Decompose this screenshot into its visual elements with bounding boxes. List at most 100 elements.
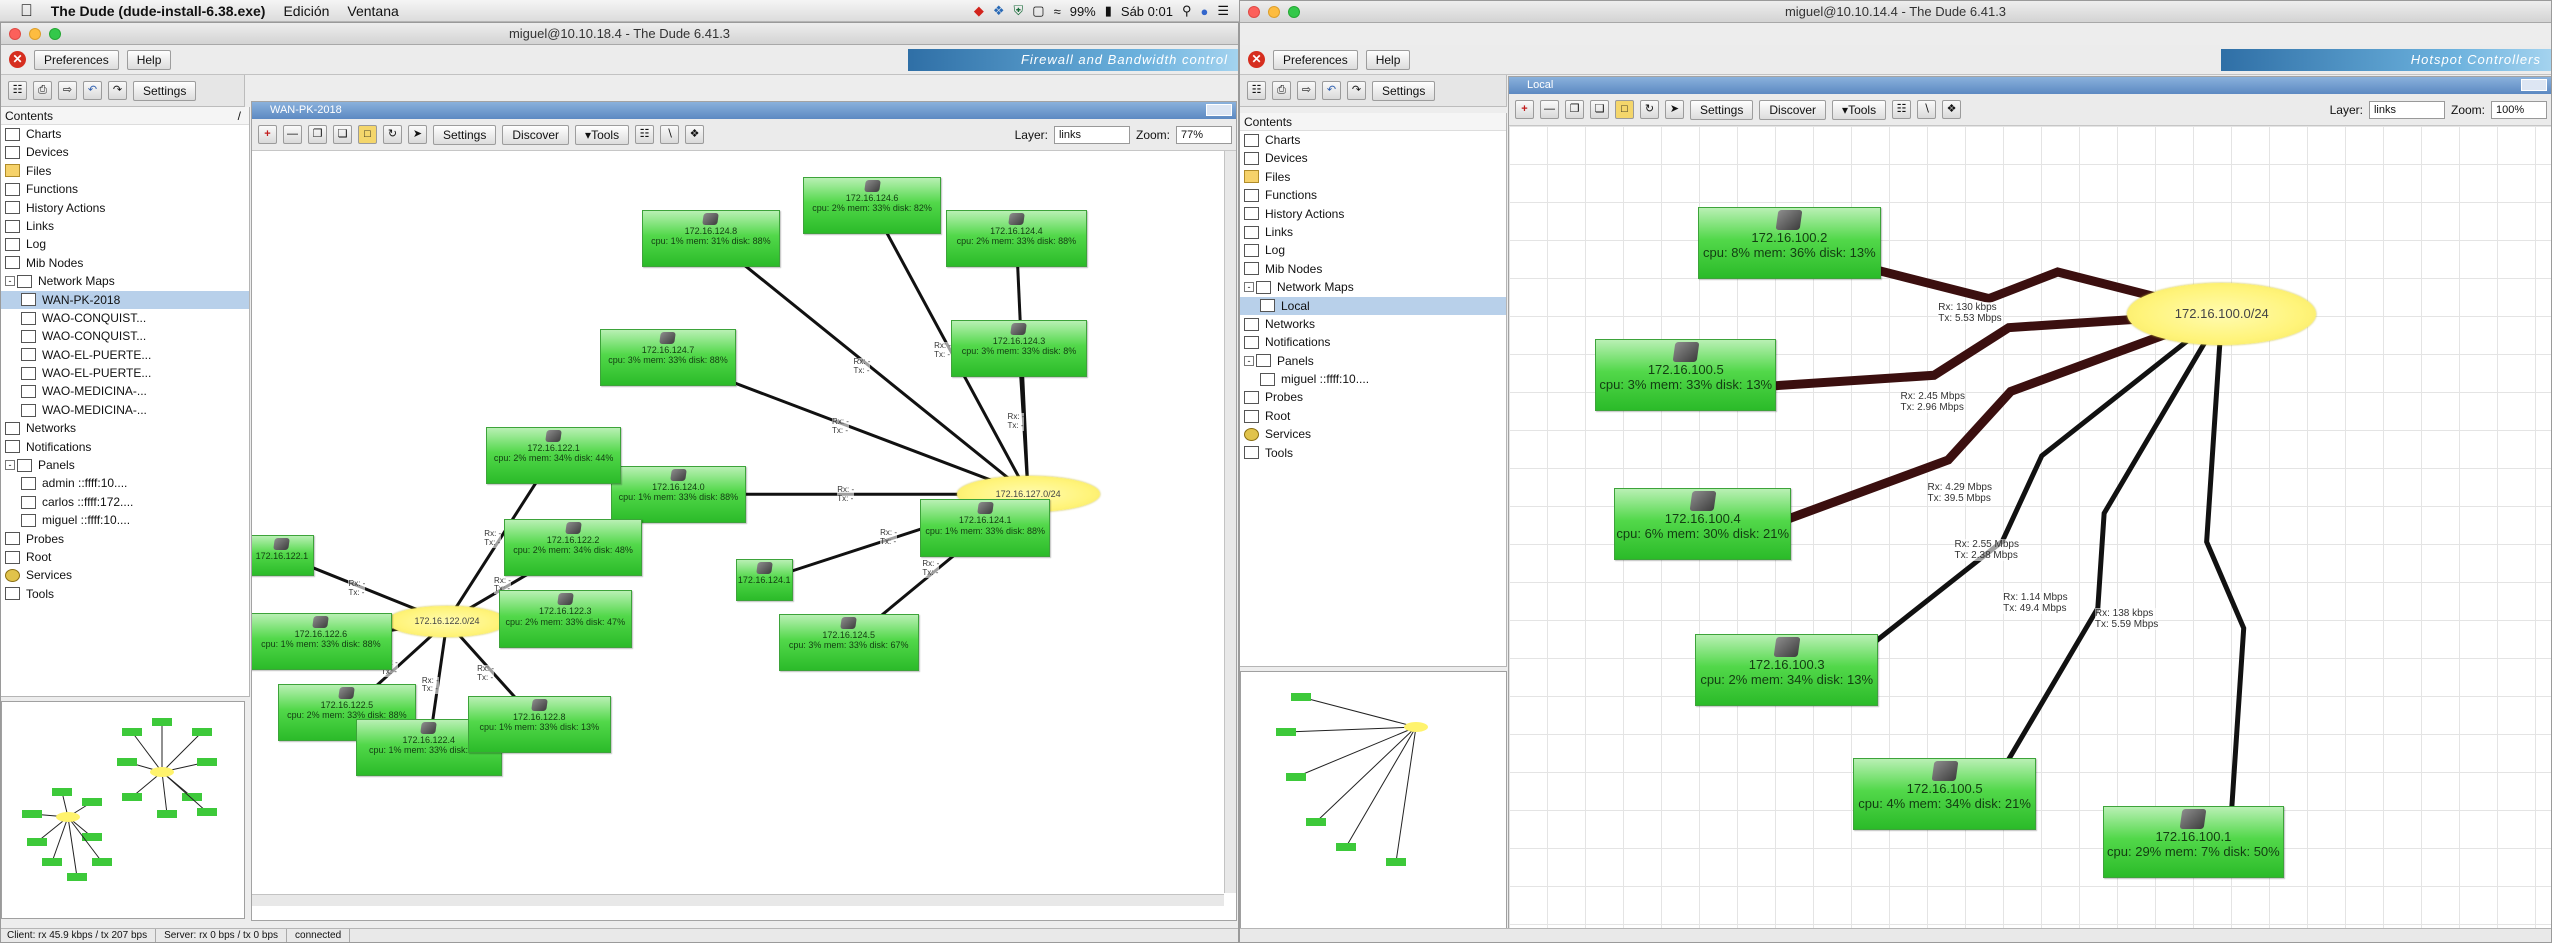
clock[interactable]: Sáb 0:01 [1121, 4, 1173, 19]
tree-expander-icon[interactable]: - [5, 276, 15, 287]
tree-item[interactable]: Charts [1, 125, 249, 143]
copy-icon[interactable]: ❐ [1565, 100, 1584, 119]
tree-item[interactable]: Functions [1240, 186, 1506, 204]
map-title-bar[interactable]: Local [1509, 77, 2551, 94]
map-window-controls[interactable] [1206, 104, 1232, 116]
device-node[interactable]: 172.16.124.7 cpu: 3% mem: 33% disk: 88% [600, 329, 736, 387]
device-node[interactable]: 172.16.100.5 cpu: 3% mem: 33% disk: 13% [1595, 339, 1777, 412]
discover-button[interactable]: Discover [1759, 99, 1827, 120]
red-diamond-icon[interactable]: ◆ [974, 3, 984, 19]
tree-item[interactable]: WAO-MEDICINA-... [1, 382, 249, 400]
device-node[interactable]: 172.16.122.1 cpu: 2% mem: 34% disk: 44% [486, 426, 622, 484]
tree-item[interactable]: Files [1, 162, 249, 180]
tree-item[interactable]: Root [1240, 407, 1506, 425]
zoom-button[interactable] [49, 28, 61, 40]
device-node[interactable]: 172.16.124.6 cpu: 2% mem: 33% disk: 82% [803, 177, 941, 235]
map-overview[interactable] [1, 701, 245, 919]
disconnect-icon[interactable]: ✕ [9, 51, 26, 68]
tree-item[interactable]: - Network Maps [1, 272, 249, 290]
tree-item[interactable]: Services [1, 566, 249, 584]
tree-item[interactable]: History Actions [1, 199, 249, 217]
back-icon[interactable]: ↶ [1322, 81, 1341, 100]
paste-icon[interactable]: ❏ [1590, 100, 1609, 119]
device-node[interactable]: 172.16.100.5 cpu: 4% mem: 34% disk: 21% [1853, 757, 2036, 830]
tree-item[interactable]: Devices [1240, 149, 1506, 167]
print-icon[interactable]: ⎙ [33, 81, 52, 100]
device-node[interactable]: 172.16.100.3 cpu: 2% mem: 34% disk: 13% [1695, 633, 1879, 706]
tree-header[interactable]: Contents [1240, 113, 1506, 131]
map-canvas[interactable]: Rx: - Tx: - Rx: - Tx: - Rx: - Tx: - Rx: - T… [252, 151, 1224, 893]
map-settings-button[interactable]: Settings [433, 124, 497, 145]
apple-icon[interactable]:  [20, 1, 33, 21]
device-node[interactable]: 172.16.124.1 cpu: 1% mem: 33% disk: 88% [920, 499, 1051, 557]
device-node[interactable]: 172.16.124.4 cpu: 2% mem: 33% disk: 88% [946, 209, 1087, 267]
map-canvas[interactable]: Rx: 130 kbps Tx: 5.53 Mbps Rx: 2.45 Mbps … [1509, 126, 2551, 928]
title-bar[interactable]: miguel@10.10.14.4 - The Dude 6.41.3 [1240, 1, 2551, 23]
link-line[interactable] [1820, 311, 2224, 686]
help-button[interactable]: Help [1365, 49, 1411, 70]
tree-item[interactable]: WAO-EL-PUERTE... [1, 346, 249, 364]
zoom-button[interactable] [1288, 6, 1300, 18]
tree-item[interactable]: - Panels [1240, 352, 1506, 370]
device-node[interactable]: 172.16.122.8 cpu: 1% mem: 33% disk: 13% [467, 695, 611, 753]
help-button[interactable]: Help [126, 49, 172, 70]
tree-expander-icon[interactable]: - [1244, 282, 1254, 293]
remove-icon[interactable]: — [1540, 100, 1559, 119]
battery-level[interactable]: 99% [1070, 4, 1096, 19]
refresh-icon[interactable]: ↻ [1640, 100, 1659, 119]
tree-item[interactable]: Log [1, 235, 249, 253]
tools-dropdown[interactable]: ▾Tools [575, 124, 630, 145]
paste-icon[interactable]: ❏ [333, 125, 352, 144]
dropbox-icon[interactable]: ❖ [993, 3, 1005, 19]
tree-item[interactable]: Log [1240, 241, 1506, 259]
tree-item[interactable]: Networks [1240, 315, 1506, 333]
network-cloud[interactable]: 172.16.100.0/24 [2127, 282, 2317, 345]
tree-item[interactable]: WAO-CONQUIST... [1, 309, 249, 327]
tree-item[interactable]: admin ::ffff:10.... [1, 474, 249, 492]
network-cloud[interactable]: 172.16.122.0/24 [387, 606, 507, 638]
tree-item[interactable]: Links [1, 217, 249, 235]
tree-item[interactable]: Notifications [1, 438, 249, 456]
tree-item[interactable]: WAO-MEDICINA-... [1, 401, 249, 419]
tree-item[interactable]: History Actions [1240, 205, 1506, 223]
tree-item[interactable]: Notifications [1240, 333, 1506, 351]
tree-item[interactable]: carlos ::ffff:172.... [1, 493, 249, 511]
tree-item[interactable]: Tools [1240, 444, 1506, 462]
tree-item[interactable]: - Network Maps [1240, 278, 1506, 296]
tree-item[interactable]: - Panels [1, 456, 249, 474]
layer-select[interactable]: links [1053, 125, 1130, 144]
tree-expander-icon[interactable]: - [5, 460, 15, 471]
layer-select[interactable]: links [2368, 100, 2445, 119]
tree-item[interactable]: Probes [1, 530, 249, 548]
tree-item[interactable]: miguel ::ffff:10.... [1, 511, 249, 529]
preferences-button[interactable]: Preferences [34, 49, 119, 70]
tree-item[interactable]: Devices [1, 143, 249, 161]
map-title-bar[interactable]: WAN-PK-2018 [252, 102, 1236, 119]
copy-icon[interactable]: ❐ [308, 125, 327, 144]
menu-edicion[interactable]: Edición [283, 3, 329, 19]
device-node[interactable]: 172.16.124.3 cpu: 3% mem: 33% disk: 8% [951, 320, 1087, 378]
add-icon[interactable]: + [1515, 100, 1534, 119]
screen-icon[interactable]: ▢ [1032, 3, 1044, 19]
back-icon[interactable]: ↶ [83, 81, 102, 100]
link-line[interactable] [2204, 313, 2247, 857]
device-node[interactable]: 172.16.124.8 cpu: 1% mem: 31% disk: 88% [642, 209, 780, 267]
device-node[interactable]: 172.16.100.2 cpu: 8% mem: 36% disk: 13% [1698, 207, 1881, 279]
tree-expander-icon[interactable]: - [1244, 355, 1254, 366]
tree-item[interactable]: Networks [1, 419, 249, 437]
line-icon[interactable]: ∖ [660, 125, 680, 144]
settings-button[interactable]: Settings [133, 80, 197, 101]
add-icon[interactable]: + [258, 125, 277, 144]
device-node[interactable]: 172.16.124.1 [735, 559, 793, 601]
siri-icon[interactable]: ● [1200, 4, 1208, 19]
tools-dropdown[interactable]: ▾Tools [1832, 99, 1887, 120]
device-node[interactable]: 172.16.100.1 cpu: 29% mem: 7% disk: 50% [2103, 806, 2284, 879]
map-settings-button[interactable]: Settings [1690, 99, 1754, 120]
vertical-scrollbar[interactable] [1224, 151, 1236, 893]
tree-item[interactable]: Root [1, 548, 249, 566]
tree-item[interactable]: Tools [1, 585, 249, 603]
tree-item[interactable]: Services [1240, 425, 1506, 443]
tree-item[interactable]: miguel ::ffff:10.... [1240, 370, 1506, 388]
minimize-button[interactable] [1268, 6, 1280, 18]
disconnect-icon[interactable]: ✕ [1248, 51, 1265, 68]
